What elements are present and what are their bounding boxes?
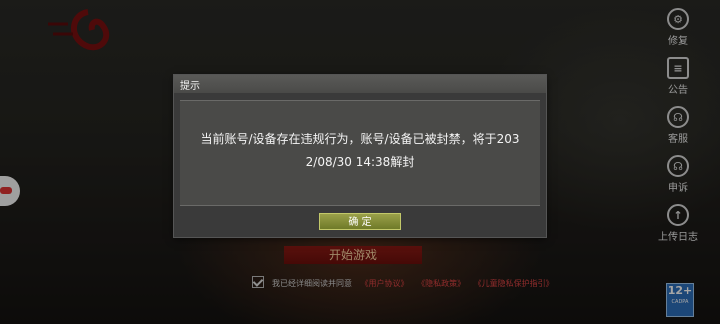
dialog-message: 当前账号/设备存在违规行为，账号/设备已被封禁，将于203 2/08/30 14… xyxy=(180,128,540,174)
dialog-title: 提示 xyxy=(180,81,200,92)
confirm-button[interactable]: 确 定 xyxy=(319,213,401,230)
dialog-message-line: 2/08/30 14:38解封 xyxy=(305,155,415,169)
dialog-message-line: 当前账号/设备存在违规行为，账号/设备已被封禁，将于203 xyxy=(200,132,520,146)
ban-notice-dialog: 提示 当前账号/设备存在违规行为，账号/设备已被封禁，将于203 2/08/30… xyxy=(174,75,546,237)
dialog-body: 当前账号/设备存在违规行为，账号/设备已被封禁，将于203 2/08/30 14… xyxy=(180,100,540,206)
dialog-header: 提示 xyxy=(174,75,546,93)
